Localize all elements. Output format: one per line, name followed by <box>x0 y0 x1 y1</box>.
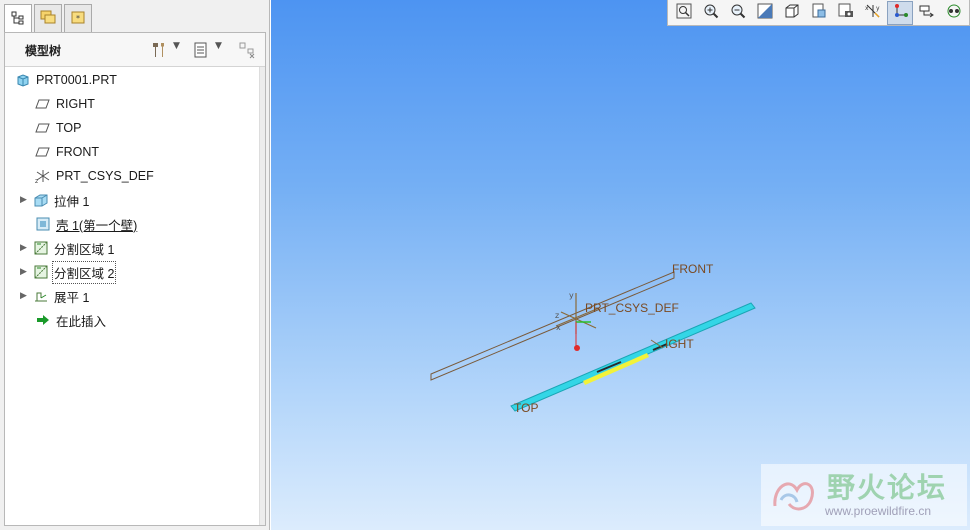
model-scene: y z x FRONT PRT_CSYS_DEF IGHT TOP <box>430 262 756 415</box>
csys-display-icon <box>891 2 909 23</box>
svg-text:x: x <box>865 5 869 12</box>
expand-arrow-icon[interactable]: ▶ <box>20 243 32 253</box>
tree-node-label: TOP <box>56 121 82 135</box>
repaint-button[interactable] <box>752 1 778 25</box>
zoom-in-button[interactable] <box>698 1 724 25</box>
graphics-toolbar: xy <box>667 0 970 26</box>
view-manager-button[interactable] <box>833 1 859 25</box>
csys-icon: z <box>34 168 52 184</box>
tree-node-label: PRT_CSYS_DEF <box>56 169 154 183</box>
watermark-logo-icon <box>767 470 821 521</box>
tree-node-label: FRONT <box>56 145 100 159</box>
tree-node-top-plane[interactable]: TOP <box>34 118 81 138</box>
split-area-icon <box>32 240 50 256</box>
part-icon <box>14 72 32 88</box>
favorites-tab[interactable]: * <box>64 4 92 32</box>
settings-tools-icon[interactable] <box>149 40 169 60</box>
forum-watermark: 野火论坛 www.proewildfire.cn <box>761 464 967 526</box>
split-area-icon <box>32 264 50 280</box>
csys-label: PRT_CSYS_DEF <box>585 301 679 315</box>
expand-arrow-icon[interactable]: ▶ <box>20 195 32 205</box>
datum-display-button[interactable]: xy <box>860 1 886 25</box>
tree-node-flatten[interactable]: ▶ 展平 1 <box>20 286 89 306</box>
tree-node-label: 展平 1 <box>54 290 90 305</box>
tree-node-label: PRT0001.PRT <box>36 73 117 87</box>
annotation-display-button[interactable] <box>914 1 940 25</box>
tree-node-label: 拉伸 1 <box>54 194 90 209</box>
annotation-display-icon <box>918 2 936 23</box>
refit-icon <box>675 2 693 23</box>
graphics-window[interactable]: y z x FRONT PRT_CSYS_DEF IGHT TOP x y 野火… <box>271 0 970 530</box>
svg-text:y: y <box>876 5 880 12</box>
csys-axis-y-label: y <box>569 291 574 300</box>
datum-display-icon: xy <box>864 2 882 23</box>
folder-browser-tab-icon <box>39 8 57 29</box>
tree-node-label: 在此插入 <box>56 314 107 329</box>
tree-filter-icon[interactable] <box>237 40 257 60</box>
model-tree-header: 模型树 ▼ ▼ <box>5 33 265 67</box>
extrude-icon <box>32 192 50 208</box>
datum-plane-icon <box>34 120 52 136</box>
tree-node-label: 分割区域 2 <box>51 260 117 284</box>
model-tree-title: 模型树 <box>25 44 62 58</box>
expand-arrow-icon[interactable]: ▶ <box>20 291 32 301</box>
shell-wall-icon <box>34 216 52 232</box>
expand-arrow-icon[interactable]: ▶ <box>20 267 32 277</box>
repaint-icon <box>756 2 774 23</box>
tree-node-part[interactable]: PRT0001.PRT <box>14 70 117 90</box>
watermark-title: 野火论坛 <box>827 471 948 504</box>
model-tree-tab[interactable] <box>4 4 32 33</box>
part-body <box>510 302 756 412</box>
tree-node-label: 分割区域 1 <box>54 242 115 257</box>
datum-plane-icon <box>34 144 52 160</box>
tree-node-split-area-1[interactable]: ▶ 分割区域 1 <box>20 238 114 258</box>
show-options-icon[interactable] <box>191 40 211 60</box>
tree-node-label: 壳 1(第一个壁) <box>56 218 138 233</box>
view-manager-icon <box>837 2 855 23</box>
front-datum-plane <box>430 271 675 381</box>
model-tree-tab-icon <box>10 10 26 29</box>
csys-glyph: y z x <box>555 291 600 351</box>
datum-plane-icon <box>34 96 52 112</box>
tree-node-shell[interactable]: 壳 1(第一个壁) <box>34 214 137 234</box>
csys-axis-x-label: x <box>556 323 561 332</box>
navigator-tabs: * <box>4 4 94 33</box>
zoom-in-icon <box>702 2 720 23</box>
show-dropdown-arrow[interactable]: ▼ <box>215 41 222 51</box>
refit-button[interactable] <box>671 1 697 25</box>
display-style-button[interactable] <box>779 1 805 25</box>
svg-text:*: * <box>76 14 80 23</box>
svg-text:z: z <box>35 178 38 184</box>
tree-node-csys[interactable]: z PRT_CSYS_DEF <box>34 166 154 186</box>
tree-node-front-plane[interactable]: FRONT <box>34 142 99 162</box>
tree-node-insert-here[interactable]: 在此插入 <box>34 310 106 330</box>
flatten-icon <box>32 288 50 304</box>
front-plane-label: FRONT <box>672 262 714 276</box>
tree-scrollbar[interactable] <box>259 67 265 525</box>
folder-browser-tab[interactable] <box>34 4 62 32</box>
right-plane-label: IGHT <box>665 337 694 351</box>
top-plane-label: TOP <box>514 401 538 415</box>
zoom-out-button[interactable] <box>725 1 751 25</box>
settings-dropdown-arrow[interactable]: ▼ <box>173 41 180 51</box>
tree-node-label: RIGHT <box>56 97 95 111</box>
favorites-tab-icon: * <box>69 8 87 29</box>
display-style-icon <box>783 2 801 23</box>
watermark-url: www.proewildfire.cn <box>825 504 932 518</box>
csys-display-button[interactable] <box>886 0 913 25</box>
spin-center-icon <box>945 2 963 23</box>
saved-views-button[interactable] <box>806 1 832 25</box>
split-area-highlight <box>583 353 649 385</box>
spin-center-button[interactable] <box>941 1 967 25</box>
zoom-out-icon <box>729 2 747 23</box>
saved-views-icon <box>810 2 828 23</box>
tree-node-split-area-2[interactable]: ▶ 分割区域 2 <box>20 260 117 284</box>
csys-axis-z-label: z <box>555 311 559 320</box>
tree-node-right-plane[interactable]: RIGHT <box>34 94 95 114</box>
insert-here-arrow-icon <box>34 312 52 328</box>
tree-node-extrude[interactable]: ▶ 拉伸 1 <box>20 190 89 210</box>
